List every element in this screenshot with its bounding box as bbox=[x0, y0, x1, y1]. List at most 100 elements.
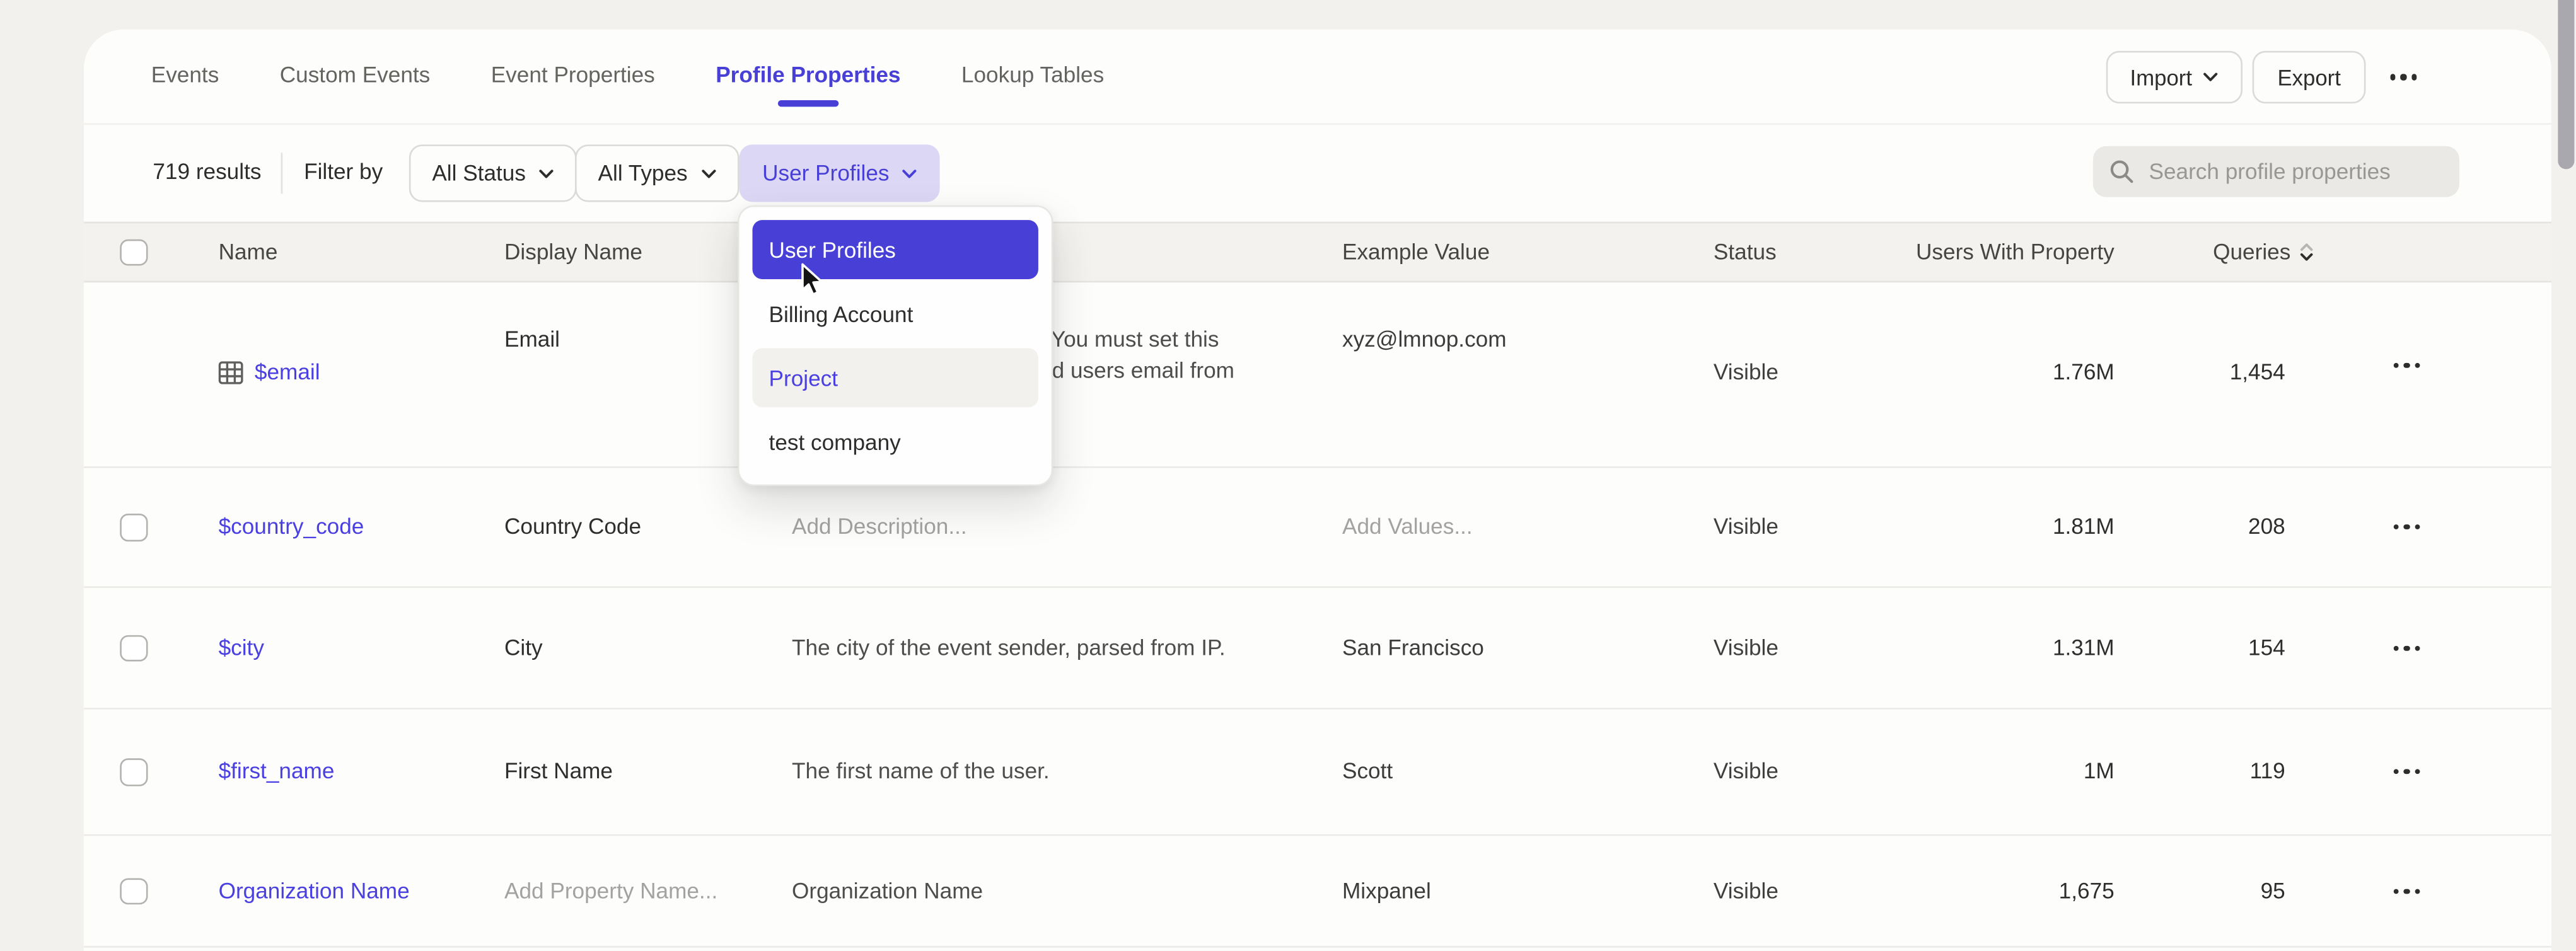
header-actions: Import Export bbox=[2105, 51, 2431, 103]
more-actions-button[interactable] bbox=[2376, 51, 2432, 103]
row-actions-button[interactable] bbox=[2382, 888, 2432, 894]
display-name-cell[interactable]: Add Property Name... bbox=[504, 878, 717, 904]
filter-by-label: Filter by bbox=[304, 159, 383, 186]
tab-event-properties[interactable]: Event Properties bbox=[491, 62, 655, 89]
status-cell[interactable]: Visible bbox=[1714, 635, 1778, 661]
queries-cell: 154 bbox=[2120, 635, 2285, 661]
menu-item-test-company[interactable]: test company bbox=[752, 412, 1038, 471]
menu-item-user-profiles[interactable]: User Profiles bbox=[752, 220, 1038, 279]
ellipsis-icon bbox=[2394, 769, 2420, 775]
status-cell[interactable]: Visible bbox=[1714, 514, 1778, 541]
display-name-cell[interactable]: City bbox=[504, 635, 543, 661]
status-cell[interactable]: Visible bbox=[1714, 878, 1778, 904]
property-name-cell: $email bbox=[219, 360, 320, 386]
row-checkbox[interactable] bbox=[120, 514, 147, 541]
status-cell[interactable]: Visible bbox=[1714, 360, 1778, 386]
example-value-cell[interactable]: xyz@lmnop.com bbox=[1342, 327, 1695, 354]
col-header-queries-label: Queries bbox=[2213, 239, 2290, 265]
description-cell[interactable]: The first name of the user. bbox=[792, 759, 1321, 785]
property-name-link[interactable]: $country_code bbox=[219, 514, 364, 541]
ellipsis-icon bbox=[2394, 524, 2420, 530]
filter-divider bbox=[281, 153, 283, 193]
tabs-divider bbox=[84, 123, 2551, 125]
row-checkbox-wrap bbox=[120, 758, 147, 785]
users-with-property-cell: 1.81M bbox=[1873, 514, 2115, 541]
table-row[interactable]: $first_name First Name The first name of… bbox=[84, 710, 2551, 836]
property-name-link[interactable]: $city bbox=[219, 635, 264, 661]
queries-cell: 95 bbox=[2120, 878, 2285, 904]
queries-cell: 208 bbox=[2120, 514, 2285, 541]
entity-dropdown-menu: User Profiles Billing Account Project te… bbox=[738, 205, 1053, 487]
tab-lookup-tables[interactable]: Lookup Tables bbox=[961, 62, 1104, 89]
property-name-link[interactable]: $first_name bbox=[219, 759, 335, 785]
type-filter-label: All Types bbox=[598, 161, 688, 185]
col-header-status[interactable]: Status bbox=[1714, 239, 1777, 265]
col-header-example-value[interactable]: Example Value bbox=[1342, 239, 1695, 265]
display-name-cell[interactable]: Country Code bbox=[504, 514, 641, 541]
col-header-name[interactable]: Name bbox=[219, 239, 278, 265]
menu-item-billing-account[interactable]: Billing Account bbox=[752, 284, 1038, 343]
queries-cell: 1,454 bbox=[2120, 360, 2285, 386]
row-actions-button[interactable] bbox=[2382, 363, 2432, 369]
entity-filter-dropdown[interactable]: User Profiles bbox=[740, 144, 941, 202]
row-checkbox-wrap bbox=[120, 514, 147, 541]
description-cell[interactable]: The city of the event sender, parsed fro… bbox=[792, 635, 1321, 661]
lexicon-tabs: Events Custom Events Event Properties Pr… bbox=[151, 62, 1104, 89]
ellipsis-icon bbox=[2394, 888, 2420, 894]
users-with-property-cell: 1.31M bbox=[1873, 635, 2115, 661]
export-button[interactable]: Export bbox=[2253, 51, 2365, 103]
mouse-cursor-icon bbox=[800, 263, 828, 299]
table-row[interactable]: $email Email The user's email address. Y… bbox=[84, 282, 2551, 468]
example-value-cell[interactable]: Mixpanel bbox=[1342, 878, 1695, 904]
type-filter-dropdown[interactable]: All Types bbox=[575, 144, 738, 202]
description-cell[interactable]: Organization Name bbox=[792, 878, 1321, 904]
row-actions-button[interactable] bbox=[2382, 769, 2432, 775]
status-filter-label: All Status bbox=[432, 161, 526, 185]
ellipsis-icon bbox=[2394, 645, 2420, 651]
row-checkbox[interactable] bbox=[120, 758, 147, 785]
table-row[interactable]: $country_code Country Code Add Descripti… bbox=[84, 468, 2551, 588]
col-header-queries[interactable]: Queries bbox=[2213, 239, 2314, 265]
row-checkbox[interactable] bbox=[120, 877, 147, 904]
status-filter-dropdown[interactable]: All Status bbox=[409, 144, 577, 202]
col-header-display-name[interactable]: Display Name bbox=[504, 239, 642, 265]
col-header-users-with-property[interactable]: Users With Property bbox=[1873, 239, 2115, 265]
search-icon bbox=[2109, 159, 2134, 184]
ellipsis-icon bbox=[2390, 74, 2416, 80]
example-value-cell[interactable]: Scott bbox=[1342, 759, 1695, 785]
lexicon-profile-properties-page: Events Custom Events Event Properties Pr… bbox=[0, 0, 2576, 951]
queries-cell: 119 bbox=[2120, 759, 2285, 785]
select-all-checkbox[interactable] bbox=[120, 239, 147, 266]
description-cell[interactable]: Add Description... bbox=[792, 514, 1321, 541]
tab-profile-properties[interactable]: Profile Properties bbox=[716, 62, 900, 89]
ellipsis-icon bbox=[2394, 363, 2420, 369]
results-count: 719 results bbox=[153, 159, 261, 186]
table-header-row: Name Display Name Example Value Status U… bbox=[84, 222, 2551, 282]
row-actions-button[interactable] bbox=[2382, 524, 2432, 530]
entity-filter-label: User Profiles bbox=[762, 161, 889, 185]
table-row[interactable]: $city City The city of the event sender,… bbox=[84, 588, 2551, 710]
import-button-label: Import bbox=[2130, 65, 2192, 89]
example-value-cell[interactable]: Add Values... bbox=[1342, 514, 1695, 541]
users-with-property-cell: 1.76M bbox=[1873, 360, 2115, 386]
import-button[interactable]: Import bbox=[2105, 51, 2242, 103]
vertical-scrollbar[interactable] bbox=[2557, 0, 2573, 169]
sort-arrows-icon[interactable] bbox=[2300, 243, 2314, 262]
example-value-cell[interactable]: San Francisco bbox=[1342, 635, 1695, 661]
menu-item-project[interactable]: Project bbox=[752, 348, 1038, 407]
search-input[interactable] bbox=[2149, 159, 2442, 184]
chevron-down-icon bbox=[539, 168, 554, 178]
status-cell[interactable]: Visible bbox=[1714, 759, 1778, 785]
users-with-property-cell: 1,675 bbox=[1873, 878, 2115, 904]
row-actions-button[interactable] bbox=[2382, 645, 2432, 651]
table-row[interactable]: Organization Name Add Property Name... O… bbox=[84, 836, 2551, 947]
row-checkbox-wrap bbox=[120, 635, 147, 662]
display-name-cell[interactable]: Email bbox=[504, 327, 560, 354]
display-name-cell[interactable]: First Name bbox=[504, 759, 613, 785]
property-name-link[interactable]: $email bbox=[255, 360, 320, 386]
property-name-link[interactable]: Organization Name bbox=[219, 878, 410, 904]
tab-events[interactable]: Events bbox=[151, 62, 219, 89]
tab-custom-events[interactable]: Custom Events bbox=[280, 62, 431, 89]
chevron-down-icon bbox=[2203, 72, 2218, 83]
row-checkbox[interactable] bbox=[120, 635, 147, 662]
